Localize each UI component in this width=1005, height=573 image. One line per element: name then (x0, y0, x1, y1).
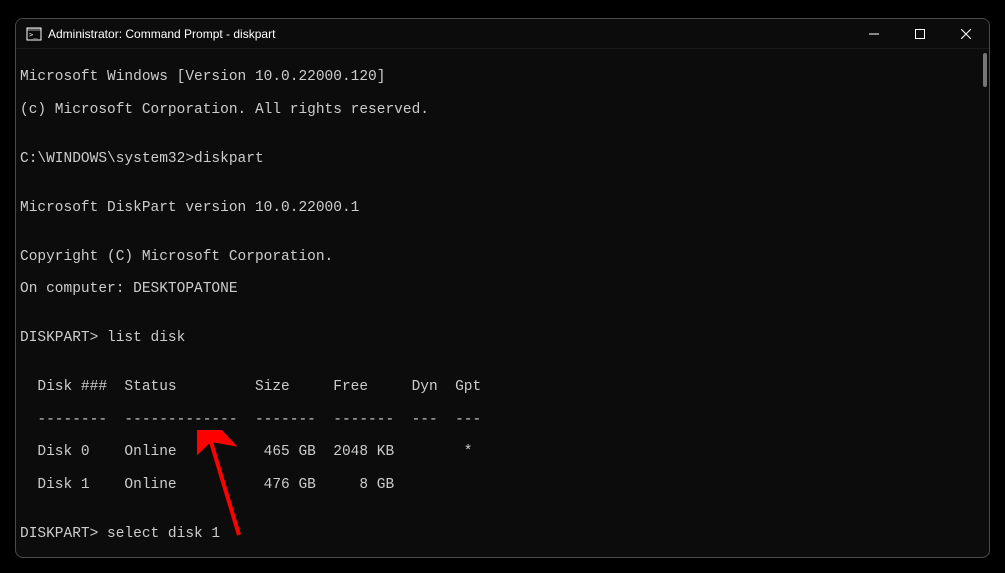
terminal-line: C:\WINDOWS\system32>diskpart (20, 151, 985, 167)
terminal-line: -------- ------------- ------- ------- -… (20, 412, 985, 428)
terminal-line: Copyright (C) Microsoft Corporation. (20, 249, 985, 265)
window-title: Administrator: Command Prompt - diskpart (48, 27, 851, 41)
terminal-line: Disk ### Status Size Free Dyn Gpt (20, 379, 985, 395)
terminal-line: On computer: DESKTOPATONE (20, 281, 985, 297)
terminal-line: DISKPART> select disk 1 (20, 526, 985, 542)
scrollbar[interactable] (983, 53, 987, 87)
svg-text:>_: >_ (29, 31, 38, 39)
command-prompt-window: >_ Administrator: Command Prompt - diskp… (15, 18, 990, 558)
window-controls (851, 19, 989, 48)
close-button[interactable] (943, 19, 989, 49)
minimize-button[interactable] (851, 19, 897, 49)
titlebar[interactable]: >_ Administrator: Command Prompt - diskp… (16, 19, 989, 49)
terminal-line: DISKPART> list disk (20, 330, 985, 346)
maximize-button[interactable] (897, 19, 943, 49)
terminal-line: Disk 0 Online 465 GB 2048 KB * (20, 444, 985, 460)
terminal-output[interactable]: Microsoft Windows [Version 10.0.22000.12… (16, 49, 989, 557)
terminal-line: Disk 1 Online 476 GB 8 GB (20, 477, 985, 493)
terminal-line: (c) Microsoft Corporation. All rights re… (20, 102, 985, 118)
cmd-icon: >_ (26, 26, 42, 42)
terminal-line: Microsoft DiskPart version 10.0.22000.1 (20, 200, 985, 216)
terminal-line: Microsoft Windows [Version 10.0.22000.12… (20, 69, 985, 85)
